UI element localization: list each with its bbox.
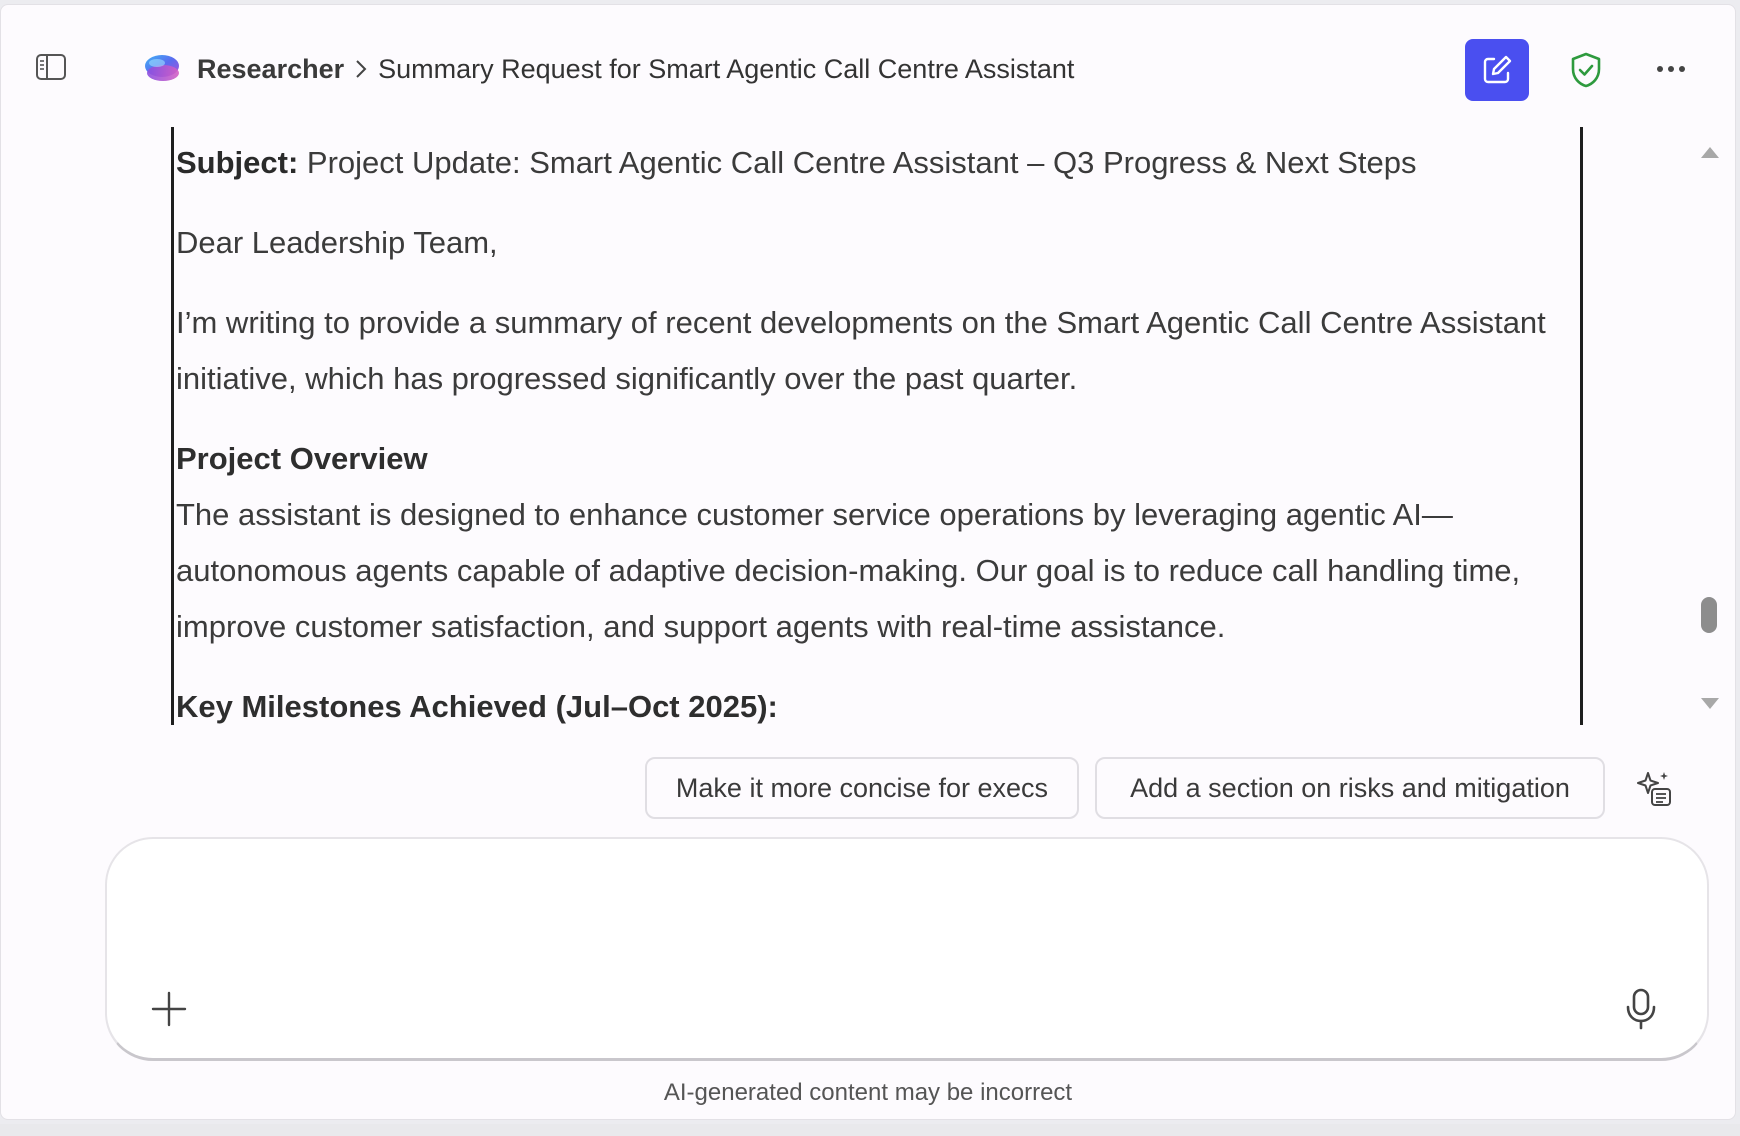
subject-line: Subject: Project Update: Smart Agentic C… [176,135,1560,191]
suggestion-chip-risks[interactable]: Add a section on risks and mitigation [1095,757,1605,819]
breadcrumb-app-link[interactable]: Researcher [197,54,344,85]
document-pane[interactable]: Subject: Project Update: Smart Agentic C… [171,127,1583,725]
window-bottom-edge [0,1124,1740,1136]
protection-button[interactable] [1561,43,1611,97]
microphone-icon [1626,988,1656,1030]
overview-paragraph: The assistant is designed to enhance cus… [176,497,1521,644]
shield-check-icon [1571,52,1601,88]
ai-disclaimer: AI-generated content may be incorrect [663,1079,1073,1106]
greeting: Dear Leadership Team, [176,225,498,260]
new-chat-button[interactable] [1465,39,1529,101]
compose-icon [1483,55,1512,84]
scrollbar-thumb[interactable] [1701,597,1717,633]
subject-text: Project Update: Smart Agentic Call Centr… [298,145,1417,180]
scroll-up-arrow-icon[interactable] [1698,143,1722,163]
document-content: Subject: Project Update: Smart Agentic C… [174,127,1580,725]
sparkle-list-icon [1637,772,1671,806]
sidebar-toggle-button[interactable] [31,49,71,85]
sidebar-toggle-icon [36,54,66,80]
add-attachment-button[interactable] [147,987,191,1031]
overview-heading: Project Overview [176,441,428,476]
intro-paragraph: I’m writing to provide a summary of rece… [176,305,1546,396]
page-title: Summary Request for Smart Agentic Call C… [378,53,1075,84]
app-window: Researcher Summary Request for Smart Age… [0,4,1736,1120]
more-horizontal-icon [1657,66,1685,72]
message-input[interactable] [147,865,1651,957]
researcher-logo [145,55,179,81]
more-suggestions-button[interactable] [1631,767,1677,811]
plus-icon [151,991,187,1027]
scroll-down-arrow-icon[interactable] [1698,693,1722,713]
more-options-button[interactable] [1647,51,1695,87]
microphone-button[interactable] [1619,983,1663,1035]
chevron-right-icon [354,58,368,80]
milestones-heading: Key Milestones Achieved (Jul–Oct 2025): [176,689,778,724]
suggestion-chip-concise[interactable]: Make it more concise for execs [645,757,1079,819]
subject-label: Subject: [176,145,299,180]
breadcrumb: Researcher Summary Request for Smart Age… [141,49,1074,89]
message-composer [105,837,1709,1061]
header-bar: Researcher Summary Request for Smart Age… [1,5,1735,129]
